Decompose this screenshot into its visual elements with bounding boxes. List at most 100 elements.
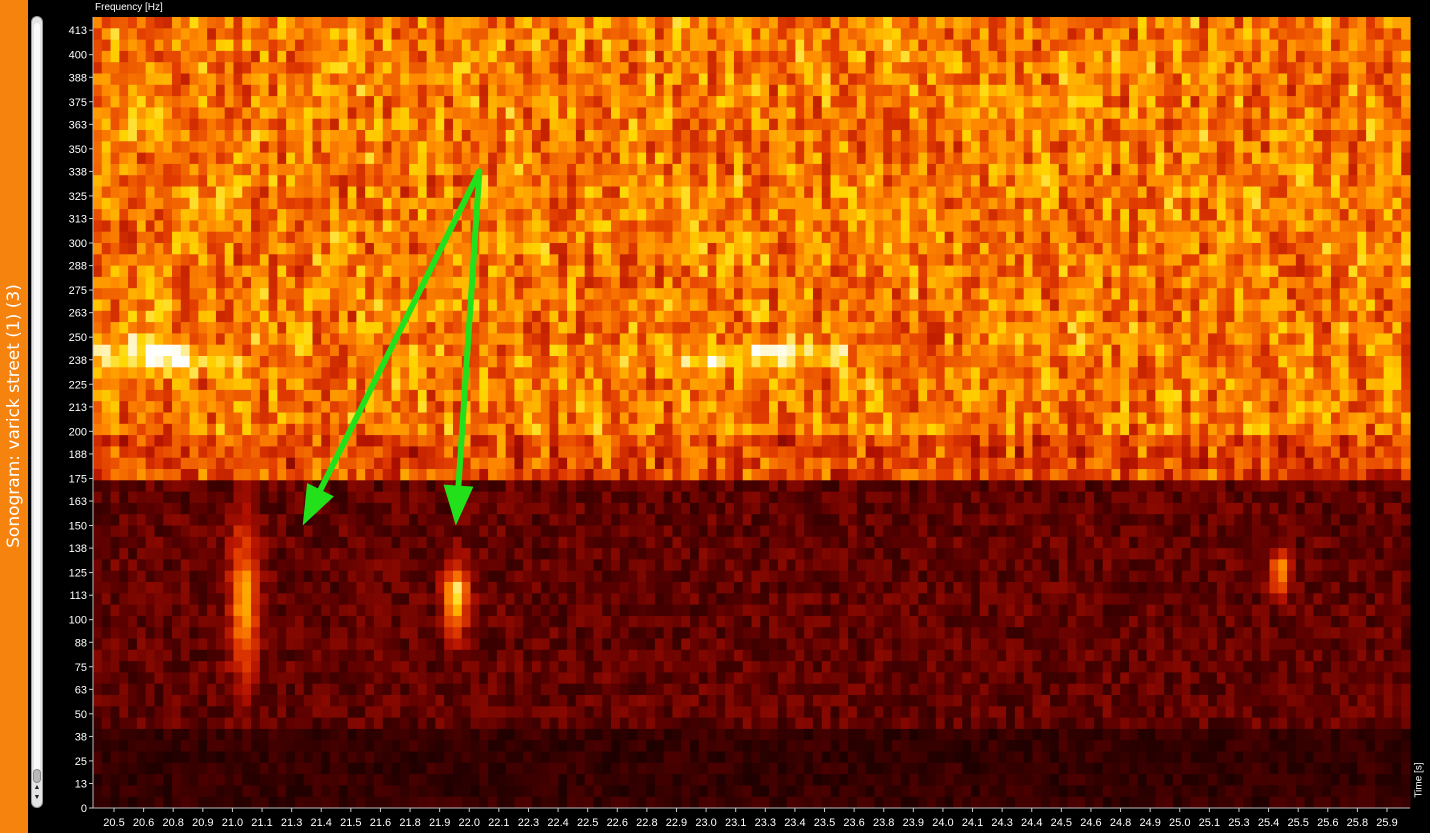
spectrogram-heatmap[interactable] (93, 17, 1411, 809)
heatmap-cell (575, 469, 586, 481)
heatmap-cell (628, 582, 638, 594)
heatmap-cell (215, 604, 226, 617)
heatmap-cell (268, 344, 278, 357)
heatmap-cell (303, 593, 314, 606)
heatmap-cell (233, 231, 243, 244)
heatmap-cell (637, 378, 647, 391)
heatmap-cell (242, 536, 252, 549)
heatmap-cell (110, 661, 120, 673)
heatmap-cell (224, 254, 235, 267)
heatmap-cell (707, 96, 717, 108)
heatmap-cell (672, 796, 682, 809)
heatmap-cell (593, 604, 603, 617)
heatmap-cell (637, 141, 647, 154)
heatmap-cell (330, 683, 340, 696)
heatmap-cell (321, 559, 331, 572)
heatmap-cell (646, 728, 656, 741)
heatmap-cell (286, 536, 296, 549)
heatmap-cell (444, 627, 454, 640)
heatmap-cell (189, 401, 199, 414)
heatmap-cell (251, 435, 261, 447)
heatmap-cell (540, 50, 551, 63)
heatmap-cell (391, 695, 401, 707)
heatmap-cell (294, 740, 305, 753)
heatmap-cell (690, 17, 700, 29)
heatmap-cell (277, 389, 287, 402)
heatmap-cell (444, 638, 454, 651)
heatmap-cell (558, 514, 568, 527)
heatmap-cell (654, 604, 665, 617)
heatmap-cell (514, 141, 524, 154)
heatmap-cell (602, 39, 612, 52)
heatmap-cell (628, 39, 638, 52)
heatmap-cell (356, 152, 366, 165)
heatmap-cell (575, 39, 586, 52)
heatmap-cell (444, 84, 454, 97)
heatmap-cell (294, 423, 305, 436)
heatmap-cell (365, 28, 375, 41)
heatmap-cell (628, 378, 638, 391)
heatmap-cell (654, 491, 665, 504)
sonogram-chart[interactable]: 4134003883753633503383253133002882752632… (0, 0, 1430, 833)
heatmap-cell (303, 378, 314, 391)
heatmap-cell (373, 186, 384, 199)
heatmap-cell (110, 559, 120, 572)
heatmap-cell (330, 118, 340, 131)
heatmap-cell (251, 502, 261, 515)
heatmap-cell (575, 774, 586, 786)
heatmap-cell (654, 785, 665, 798)
heatmap-cell (338, 367, 349, 380)
heatmap-cell (523, 638, 533, 651)
heatmap-cell (312, 389, 322, 402)
heatmap-cell (567, 39, 577, 52)
heatmap-cell (373, 231, 384, 244)
heatmap-cell (523, 17, 533, 29)
heatmap-cell (681, 84, 691, 97)
heatmap-cell (690, 243, 700, 255)
heatmap-cell (154, 762, 164, 775)
heatmap-cell (224, 796, 235, 809)
heatmap-cell (189, 299, 199, 312)
heatmap-cell (145, 559, 156, 572)
heatmap-cell (417, 50, 428, 63)
heatmap-cell (523, 175, 533, 188)
heatmap-cell (294, 785, 305, 798)
heatmap-cell (338, 163, 349, 176)
heatmap-cell (400, 796, 410, 809)
heatmap-cell (286, 525, 296, 538)
heatmap-cell (330, 141, 340, 154)
heatmap-cell (470, 50, 480, 63)
heatmap-cell (163, 774, 173, 786)
heatmap-cell (338, 559, 349, 572)
heatmap-cell (496, 457, 507, 470)
heatmap-cell (154, 62, 164, 75)
heatmap-cell (444, 423, 454, 436)
heatmap-cell (224, 62, 235, 75)
heatmap-cell (575, 559, 586, 572)
heatmap-cell (681, 638, 691, 651)
heatmap-cell (435, 322, 445, 334)
heatmap-cell (373, 288, 384, 301)
heatmap-cell (452, 627, 463, 640)
heatmap-cell (136, 457, 147, 470)
heatmap-cell (505, 548, 516, 560)
heatmap-cell (224, 17, 235, 29)
heatmap-cell (488, 175, 498, 188)
heatmap-cell (654, 446, 665, 459)
heatmap-cell (391, 672, 401, 685)
heatmap-cell (136, 175, 147, 188)
heatmap-cell (514, 480, 524, 493)
heatmap-cell (242, 762, 252, 775)
heatmap-cell (251, 254, 261, 267)
heatmap-cell (575, 50, 586, 63)
heatmap-cell (198, 446, 208, 459)
heatmap-cell (523, 435, 533, 447)
heatmap-cell (277, 344, 287, 357)
heatmap-cell (365, 299, 375, 312)
heatmap-cell (277, 457, 287, 470)
heatmap-cell (628, 423, 638, 436)
heatmap-cell (409, 457, 419, 470)
heatmap-cell (558, 435, 568, 447)
heatmap-cell (338, 762, 349, 775)
heatmap-cell (154, 604, 164, 617)
